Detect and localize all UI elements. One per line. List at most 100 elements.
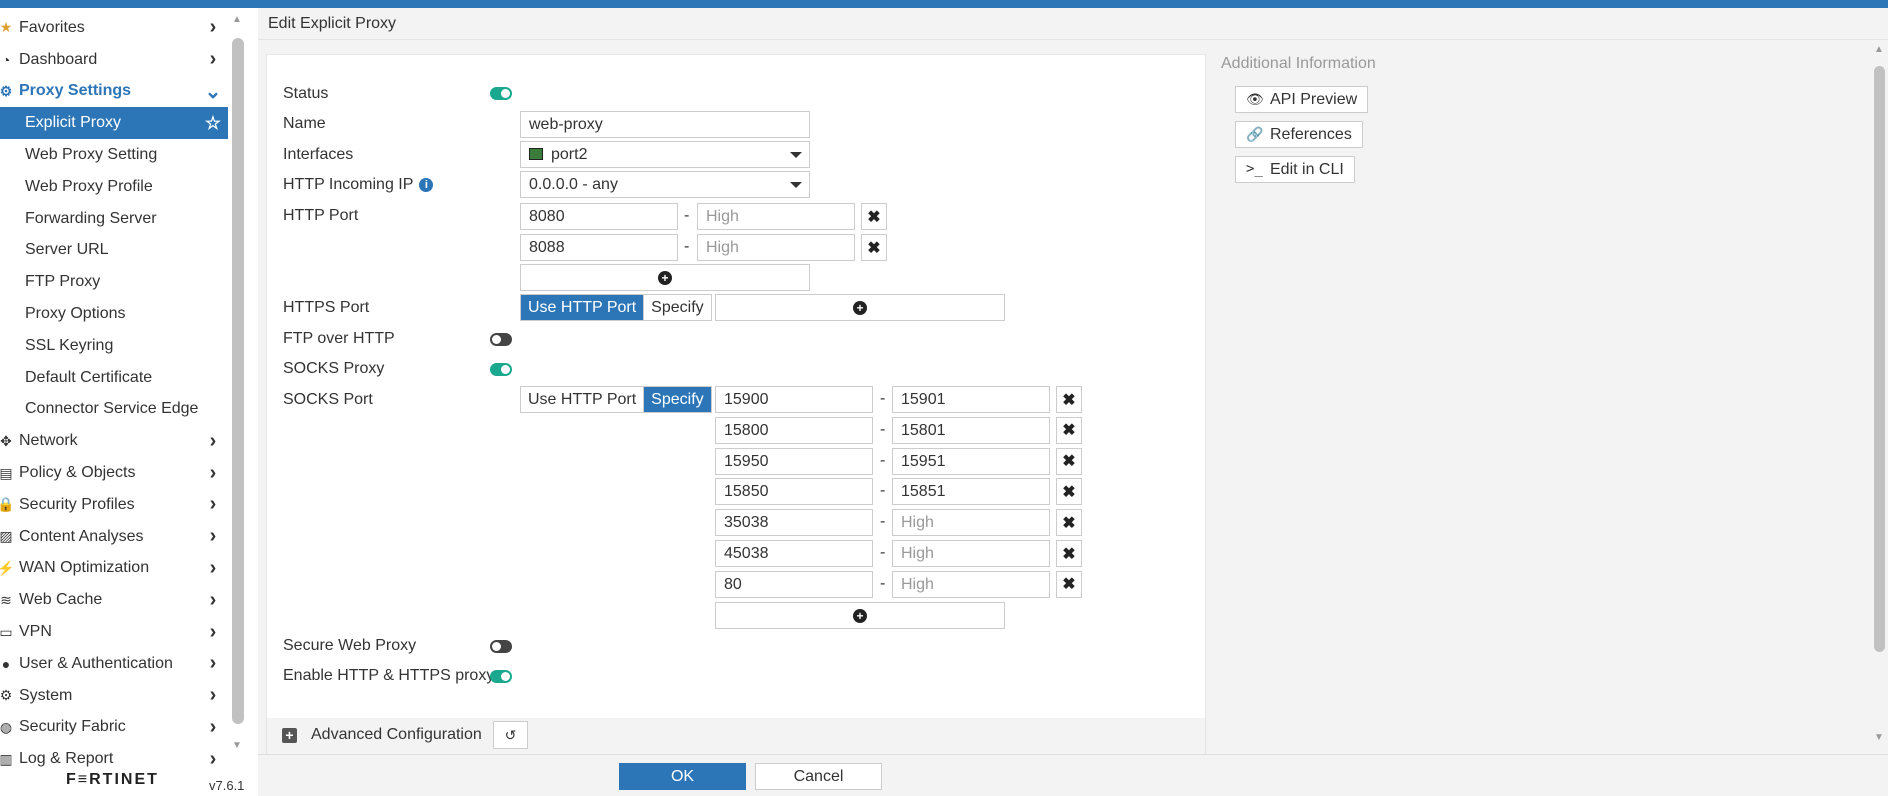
sidebar-item-server-url[interactable]: Server URL [0,235,228,267]
scroll-up-arrow-icon[interactable]: ▲ [232,14,242,25]
ftp-over-http-toggle[interactable] [490,333,512,346]
remove-icon[interactable]: ✖ [1056,386,1082,413]
sidebar-item-wan-optimization[interactable]: ⚡ WAN Optimization › [0,553,228,585]
remove-icon[interactable]: ✖ [861,203,887,230]
http-port-high-input[interactable]: High [697,203,855,230]
remove-icon[interactable]: ✖ [1056,416,1082,444]
sidebar-item-connector-service-edge[interactable]: Connector Service Edge [0,394,228,426]
socks-specify-option[interactable]: Specify [643,387,711,412]
sidebar-item-dashboard[interactable]: ◔ Dashboard › [0,44,228,76]
socks-use-http-port-option[interactable]: Use HTTP Port [521,387,644,412]
sidebar-item-default-certificate[interactable]: Default Certificate [0,362,228,394]
sidebar-item-label: Log & Report [19,750,114,768]
sidebar-item-forwarding-server[interactable]: Forwarding Server [0,203,228,235]
interfaces-select[interactable]: port2 [520,141,810,168]
sidebar-item-system[interactable]: ⚙ System › [0,680,228,712]
info-icon[interactable]: i [419,178,434,192]
sidebar-scroll-thumb[interactable] [232,38,244,724]
add-socks-port-button[interactable]: + [715,602,1005,629]
http-port-high-input[interactable]: High [697,234,855,261]
sidebar-item-web-proxy-profile[interactable]: Web Proxy Profile [0,171,228,203]
scroll-down-arrow-icon[interactable]: ▼ [1874,732,1884,743]
star-outline-icon[interactable]: ☆ [198,113,228,134]
chevron-right-icon: › [209,620,217,643]
expand-plus-icon[interactable]: + [282,728,297,743]
additional-info-title: Additional Information [1221,55,1376,72]
scroll-down-arrow-icon[interactable]: ▼ [232,740,242,751]
sidebar-item-content-analyses[interactable]: ▨ Content Analyses › [0,521,228,553]
remove-icon[interactable]: ✖ [1056,478,1082,506]
sidebar-item-favorites[interactable]: ★ Favorites › [0,12,228,44]
socks-port-low-input[interactable]: 15800 [715,416,873,444]
socks-port-high-input[interactable]: 15851 [892,478,1050,506]
sidebar-item-label: User & Authentication [19,654,173,672]
revert-history-icon[interactable]: ↺ [493,721,528,749]
sidebar-item-security-profiles[interactable]: 🔒 Security Profiles › [0,489,228,521]
status-label: Status [283,85,329,102]
plus-circle-icon: + [853,300,867,315]
star-icon: ★ [0,19,13,36]
sidebar-item-web-proxy-setting[interactable]: Web Proxy Setting [0,139,228,171]
status-toggle[interactable] [490,87,512,100]
sidebar-item-ssl-keyring[interactable]: SSL Keyring [0,330,228,362]
remove-icon[interactable]: ✖ [1056,570,1082,598]
api-preview-button[interactable]: 👁 API Preview [1235,86,1369,113]
socks-proxy-toggle[interactable] [490,363,512,376]
socks-port-low-input[interactable]: 15950 [715,447,873,475]
incoming-ip-select[interactable]: 0.0.0.0 - any [520,171,810,198]
socks-port-label: SOCKS Port [283,391,373,408]
range-dash: - [880,574,886,592]
remove-icon[interactable]: ✖ [1056,509,1082,537]
socks-port-high-input[interactable]: 15801 [892,416,1050,444]
range-dash: - [880,451,886,469]
http-port-low-input[interactable]: 8088 [520,234,678,261]
enable-http-https-toggle[interactable] [490,670,512,683]
chevron-down-icon [790,152,802,158]
socks-port-high-input[interactable]: High [892,540,1050,567]
socks-port-high-input[interactable]: High [892,509,1050,537]
main-scroll-thumb[interactable] [1874,66,1885,652]
chevron-down-icon [790,182,802,188]
link-icon: 🔗 [1246,126,1264,142]
remove-icon[interactable]: ✖ [1056,447,1082,475]
socks-port-high-input[interactable]: 15951 [892,447,1050,475]
socks-port-low-input[interactable]: 15850 [715,478,873,506]
chevron-right-icon: › [209,588,217,611]
secure-web-proxy-toggle[interactable] [490,640,512,653]
sidebar-item-proxy-options[interactable]: Proxy Options [0,298,228,330]
sidebar-item-label: FTP Proxy [25,273,101,291]
sidebar-item-web-cache[interactable]: ≋ Web Cache › [0,584,228,616]
page-title: Edit Explicit Proxy [268,15,397,32]
add-http-port-button[interactable]: + [520,264,810,291]
http-port-low-input[interactable]: 8080 [520,203,678,230]
references-button[interactable]: 🔗 References [1235,121,1363,148]
advanced-config-label[interactable]: Advanced Configuration [311,726,482,744]
database-icon: ≋ [0,591,12,608]
sidebar-item-ftp-proxy[interactable]: FTP Proxy [0,266,228,298]
https-specify-option[interactable]: Specify [643,295,711,320]
ok-button[interactable]: OK [619,763,746,790]
socks-port-low-input[interactable]: 35038 [715,509,873,537]
sidebar-item-label: Content Analyses [19,527,144,545]
socks-port-high-input[interactable]: High [892,570,1050,598]
sidebar-item-user-authentication[interactable]: ● User & Authentication › [0,648,228,680]
https-use-http-port-option[interactable]: Use HTTP Port [521,295,644,320]
cancel-button[interactable]: Cancel [755,763,882,790]
range-dash: - [880,390,886,407]
socks-port-low-input[interactable]: 45038 [715,540,873,567]
sidebar-item-vpn[interactable]: ▭ VPN › [0,616,228,648]
socks-port-low-input[interactable]: 80 [715,570,873,598]
sidebar-item-policy-objects[interactable]: ▤ Policy & Objects › [0,457,228,489]
add-https-port-button[interactable]: + [715,294,1005,321]
remove-icon[interactable]: ✖ [861,234,887,261]
socks-port-low-input[interactable]: 15900 [715,386,873,413]
socks-port-high-input[interactable]: 15901 [892,386,1050,413]
sidebar-item-proxy-settings[interactable]: ⚙ Proxy Settings ⌄ [0,76,228,108]
sidebar-item-network[interactable]: ✥ Network › [0,425,228,457]
scroll-up-arrow-icon[interactable]: ▲ [1874,44,1884,55]
sidebar-item-explicit-proxy[interactable]: Explicit Proxy ☆ [0,107,228,140]
name-input[interactable]: web-proxy [520,111,810,138]
remove-icon[interactable]: ✖ [1056,540,1082,567]
sidebar-item-security-fabric[interactable]: ◍ Security Fabric › [0,712,228,744]
edit-in-cli-button[interactable]: >_ Edit in CLI [1235,156,1355,183]
